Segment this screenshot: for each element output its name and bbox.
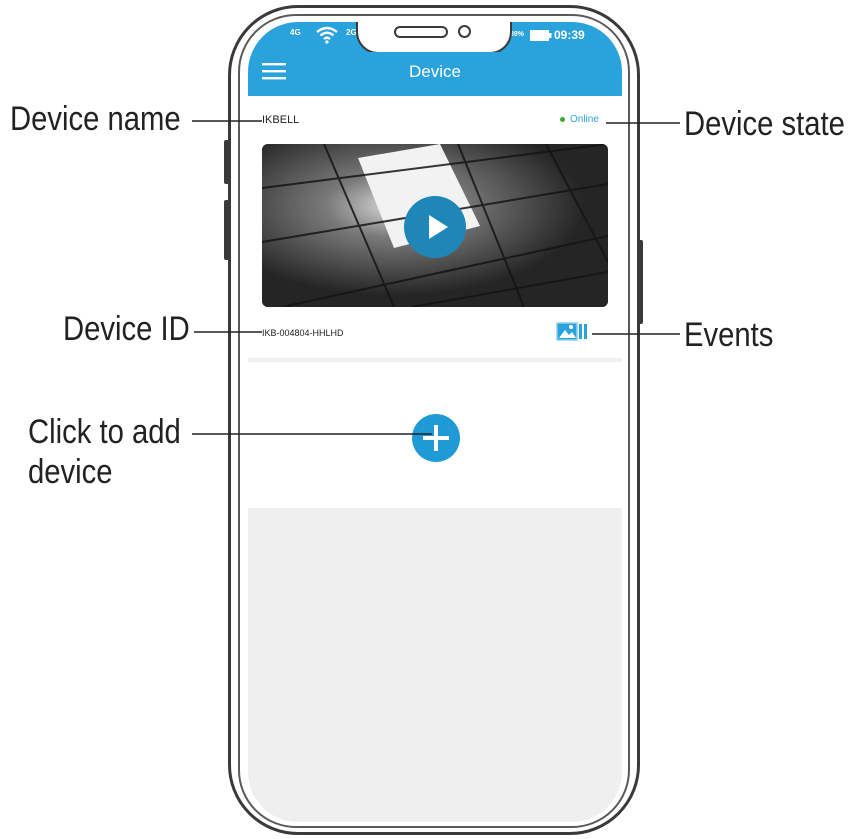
speaker-grille: [394, 26, 448, 38]
video-preview[interactable]: [262, 144, 608, 307]
phone-side-button-left-2: [224, 200, 229, 260]
device-id: IKB-004804-HHLHD: [262, 328, 344, 338]
phone-side-button-left: [224, 140, 229, 184]
phone-screen: 4G 2G 89% 09:39 Device IKBELL Online IKB…: [248, 22, 622, 822]
plus-icon: [423, 425, 449, 451]
play-icon: [429, 215, 448, 239]
device-state: Online: [560, 114, 599, 125]
callout-events: Events: [684, 316, 774, 354]
play-button[interactable]: [404, 196, 466, 258]
device-card[interactable]: IKBELL Online IKB-004804-HHLHD: [248, 96, 622, 358]
add-device-button[interactable]: [412, 414, 460, 462]
front-camera: [458, 25, 471, 38]
status-battery-percent: 89%: [510, 31, 525, 38]
status-network-1: 4G: [290, 28, 301, 37]
online-dot-icon: [560, 116, 565, 122]
callout-device-name: Device name: [10, 100, 181, 138]
events-button[interactable]: [556, 320, 592, 344]
device-state-label: Online: [570, 114, 599, 125]
device-name: IKBELL: [262, 114, 300, 126]
events-gallery-icon: [556, 322, 587, 341]
app-header: Device: [248, 52, 622, 96]
callout-add-line2: device: [28, 453, 113, 491]
wifi-icon: [316, 26, 338, 44]
callout-add-line1: Click to add: [28, 413, 181, 451]
status-time: 09:39: [554, 28, 585, 42]
battery-icon: [530, 30, 552, 41]
page-title: Device: [409, 62, 461, 81]
callout-device-state: Device state: [684, 105, 845, 143]
callout-device-id: Device ID: [63, 310, 190, 348]
phone-side-button-right: [638, 240, 643, 324]
phone-notch: [356, 22, 512, 54]
add-device-area: [248, 362, 622, 508]
